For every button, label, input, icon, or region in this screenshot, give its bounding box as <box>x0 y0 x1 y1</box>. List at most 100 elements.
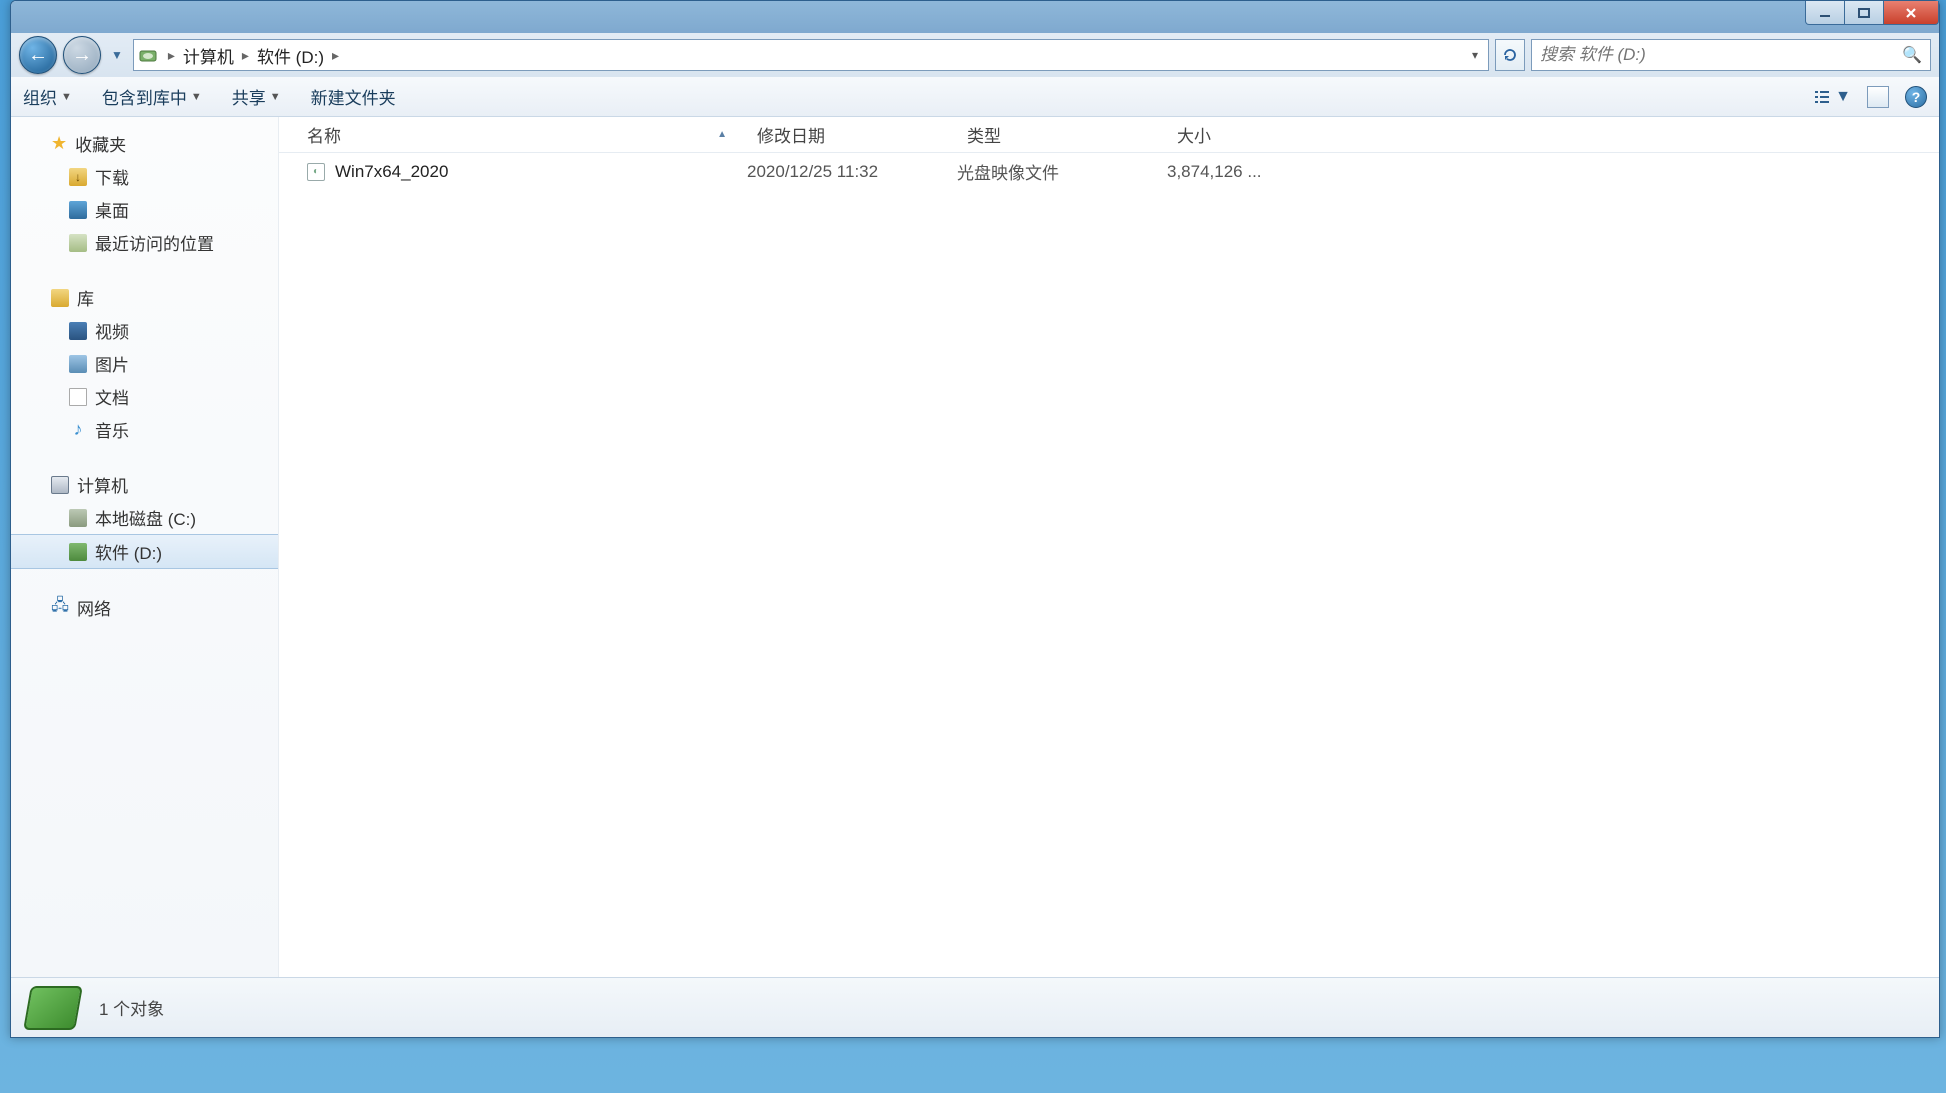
file-name-cell: Win7x64_2020 <box>307 162 747 182</box>
sidebar-recent[interactable]: 最近访问的位置 <box>11 226 278 259</box>
address-bar[interactable]: ▸ 计算机 ▸ 软件 (D:) ▸ ▾ <box>133 39 1489 71</box>
sidebar-favorites[interactable]: ★ 收藏夹 <box>11 127 278 160</box>
new-folder-button[interactable]: 新建文件夹 <box>311 84 396 109</box>
sidebar-libraries[interactable]: 库 <box>11 281 278 314</box>
sidebar-desktop[interactable]: 桌面 <box>11 193 278 226</box>
maximize-button[interactable] <box>1844 1 1884 25</box>
column-name[interactable]: 名称▲ <box>307 122 757 147</box>
column-date[interactable]: 修改日期 <box>757 122 967 147</box>
close-button[interactable] <box>1883 1 1939 25</box>
favorites-group: ★ 收藏夹 下载 桌面 最近访问的位置 <box>11 127 278 259</box>
status-text: 1 个对象 <box>99 995 164 1020</box>
forward-arrow-icon: → <box>72 44 92 67</box>
preview-pane-button[interactable] <box>1867 86 1889 108</box>
toolbar-right: ▼ ? <box>1813 86 1927 108</box>
share-button[interactable]: 共享▼ <box>232 84 281 109</box>
sidebar-network[interactable]: 🖧 网络 <box>11 591 278 624</box>
view-mode-button[interactable]: ▼ <box>1813 88 1851 106</box>
star-icon: ★ <box>51 133 67 154</box>
search-icon[interactable]: 🔍 <box>1902 45 1922 65</box>
sidebar-label: 本地磁盘 (C:) <box>95 505 196 530</box>
chevron-down-icon: ▼ <box>1835 88 1851 106</box>
back-arrow-icon: ← <box>28 44 48 67</box>
libraries-group: 库 视频 图片 文档 ♪ 音乐 <box>11 281 278 446</box>
back-button[interactable]: ← <box>19 36 57 74</box>
sidebar-downloads[interactable]: 下载 <box>11 160 278 193</box>
sidebar-computer[interactable]: 计算机 <box>11 468 278 501</box>
music-icon: ♪ <box>69 421 87 439</box>
sidebar-videos[interactable]: 视频 <box>11 314 278 347</box>
file-row[interactable]: Win7x64_2020 2020/12/25 11:32 光盘映像文件 3,8… <box>279 153 1939 190</box>
sidebar-label: 软件 (D:) <box>95 539 162 564</box>
column-type[interactable]: 类型 <box>967 122 1177 147</box>
sidebar-label: 网络 <box>77 595 111 620</box>
explorer-window: ← → ▼ ▸ 计算机 ▸ 软件 (D:) ▸ ▾ 🔍 组织▼ 包含到库中▼ 共… <box>10 0 1940 1038</box>
nav-row: ← → ▼ ▸ 计算机 ▸ 软件 (D:) ▸ ▾ 🔍 <box>11 33 1939 77</box>
sidebar-label: 最近访问的位置 <box>95 230 214 255</box>
window-controls <box>1806 1 1939 25</box>
sidebar-label: 计算机 <box>77 472 128 497</box>
breadcrumb-computer[interactable]: 计算机 <box>179 41 238 70</box>
title-bar[interactable] <box>11 1 1939 33</box>
toolbar: 组织▼ 包含到库中▼ 共享▼ 新建文件夹 ▼ ? <box>11 77 1939 117</box>
nav-history-drop-icon[interactable]: ▼ <box>107 48 127 62</box>
recent-icon <box>69 234 87 252</box>
drive-large-icon <box>23 986 83 1030</box>
sidebar-label: 桌面 <box>95 197 129 222</box>
sidebar-label: 下载 <box>95 164 129 189</box>
sort-asc-icon: ▲ <box>717 129 727 140</box>
sidebar-drive-d[interactable]: 软件 (D:) <box>11 534 278 569</box>
desktop-icon <box>69 201 87 219</box>
help-icon: ? <box>1912 89 1921 105</box>
file-date: 2020/12/25 11:32 <box>747 162 957 182</box>
organize-button[interactable]: 组织▼ <box>23 84 72 109</box>
chevron-down-icon: ▼ <box>191 91 202 103</box>
picture-icon <box>69 355 87 373</box>
maximize-icon <box>1857 7 1871 19</box>
file-name: Win7x64_2020 <box>335 162 448 182</box>
address-drop-icon[interactable]: ▾ <box>1466 48 1484 62</box>
sidebar-label: 收藏夹 <box>75 131 126 156</box>
sidebar: ★ 收藏夹 下载 桌面 最近访问的位置 库 视频 图片 文档 ♪ 音乐 计算机 本地… <box>11 117 279 977</box>
refresh-icon <box>1502 47 1518 63</box>
library-icon <box>51 289 69 307</box>
chevron-down-icon: ▼ <box>270 91 281 103</box>
sidebar-pictures[interactable]: 图片 <box>11 347 278 380</box>
sidebar-documents[interactable]: 文档 <box>11 380 278 413</box>
network-group: 🖧 网络 <box>11 591 278 624</box>
network-icon: 🖧 <box>51 599 69 617</box>
refresh-button[interactable] <box>1495 39 1525 71</box>
forward-button[interactable]: → <box>63 36 101 74</box>
file-size: 3,874,126 ... <box>1167 162 1287 182</box>
video-icon <box>69 322 87 340</box>
download-icon <box>69 168 87 186</box>
breadcrumb-drive[interactable]: 软件 (D:) <box>253 41 328 70</box>
sidebar-drive-c[interactable]: 本地磁盘 (C:) <box>11 501 278 534</box>
iso-file-icon <box>307 163 325 181</box>
column-size[interactable]: 大小 <box>1177 122 1297 147</box>
chevron-right-icon: ▸ <box>238 47 253 64</box>
search-input[interactable] <box>1540 45 1902 65</box>
sidebar-label: 库 <box>77 285 94 310</box>
status-bar: 1 个对象 <box>11 977 1939 1037</box>
column-headers: 名称▲ 修改日期 类型 大小 <box>279 117 1939 153</box>
sidebar-label: 视频 <box>95 318 129 343</box>
help-button[interactable]: ? <box>1905 86 1927 108</box>
search-box[interactable]: 🔍 <box>1531 39 1931 71</box>
drive-icon <box>69 509 87 527</box>
content-pane[interactable]: 名称▲ 修改日期 类型 大小 Win7x64_2020 2020/12/25 1… <box>279 117 1939 977</box>
document-icon <box>69 388 87 406</box>
drive-icon <box>138 45 158 65</box>
include-in-library-button[interactable]: 包含到库中▼ <box>102 84 202 109</box>
chevron-down-icon: ▼ <box>61 91 72 103</box>
close-icon <box>1904 7 1918 19</box>
computer-group: 计算机 本地磁盘 (C:) 软件 (D:) <box>11 468 278 569</box>
sidebar-label: 文档 <box>95 384 129 409</box>
main-area: ★ 收藏夹 下载 桌面 最近访问的位置 库 视频 图片 文档 ♪ 音乐 计算机 本地… <box>11 117 1939 977</box>
computer-icon <box>51 476 69 494</box>
chevron-right-icon: ▸ <box>164 47 179 64</box>
sidebar-label: 音乐 <box>95 417 129 442</box>
minimize-button[interactable] <box>1805 1 1845 25</box>
sidebar-label: 图片 <box>95 351 129 376</box>
sidebar-music[interactable]: ♪ 音乐 <box>11 413 278 446</box>
